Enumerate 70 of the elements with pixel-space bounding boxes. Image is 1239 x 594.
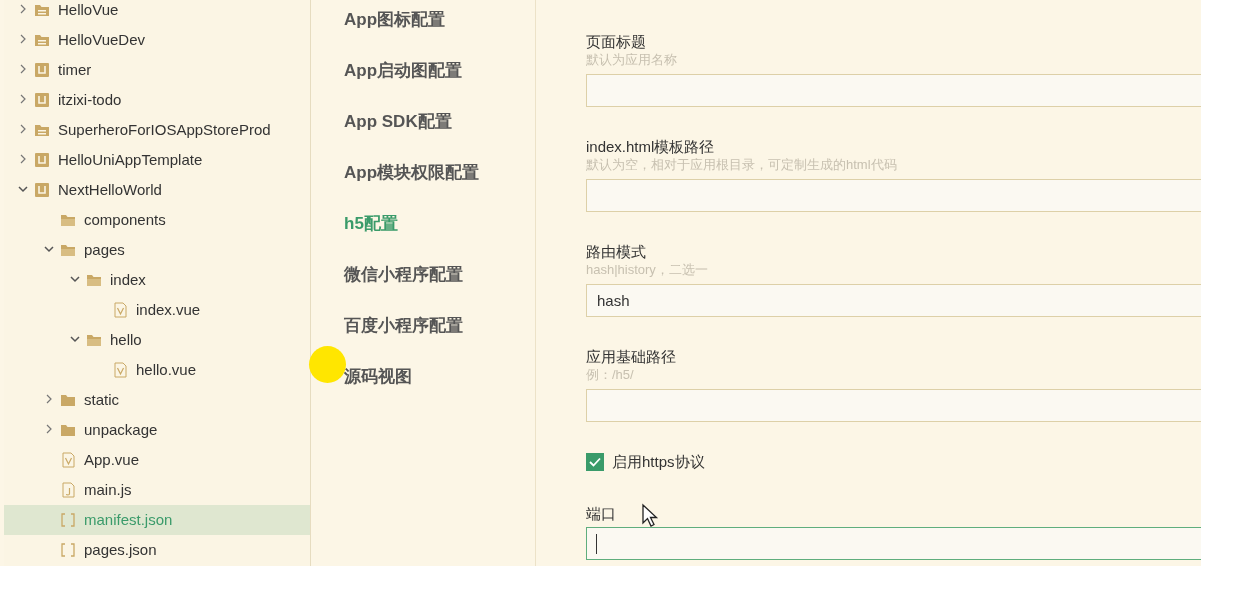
tree-item[interactable]: index.vue [4, 295, 310, 325]
input-field[interactable] [586, 74, 1201, 107]
tree-item[interactable]: HelloVueDev [4, 25, 310, 55]
input-field[interactable]: hash [586, 284, 1201, 317]
input-field[interactable] [586, 389, 1201, 422]
tree-item[interactable]: components [4, 205, 310, 235]
tree-item[interactable]: hello.vue [4, 355, 310, 385]
tree-item[interactable]: HelloVue [4, 0, 310, 25]
chevron-right-icon[interactable] [18, 154, 28, 164]
folder-icon [86, 272, 102, 288]
folder-icon [34, 122, 50, 138]
folder-icon [60, 392, 76, 408]
chevron-right-icon[interactable] [18, 34, 28, 44]
folder-icon [34, 32, 50, 48]
checkbox-label: 启用https协议 [612, 452, 705, 472]
vue-file-icon [112, 302, 128, 318]
brackets-icon [60, 512, 76, 528]
project-icon [34, 182, 50, 198]
tree-item[interactable]: SuperheroForIOSAppStoreProd [4, 115, 310, 145]
config-nav-item[interactable]: App图标配置 [344, 6, 446, 33]
tree-item[interactable]: NextHelloWorld [4, 175, 310, 205]
folder-icon [86, 332, 102, 348]
field-label: 路由模式 [586, 242, 646, 262]
project-icon [34, 62, 50, 78]
chevron-right-icon[interactable] [18, 124, 28, 134]
config-nav-item[interactable]: App启动图配置 [344, 57, 463, 84]
chevron-down-icon[interactable] [70, 274, 80, 284]
chevron-right-icon[interactable] [18, 94, 28, 104]
cursor-highlight [309, 346, 346, 383]
tree-item[interactable]: static [4, 385, 310, 415]
field-label: 页面标题 [586, 32, 646, 52]
field-label: index.html模板路径 [586, 137, 715, 157]
field-label: 端口 [586, 504, 616, 524]
tree-item[interactable]: main.js [4, 475, 310, 505]
vue-file-icon [112, 362, 128, 378]
tree-item[interactable]: timer [4, 55, 310, 85]
tree-item[interactable]: pages [4, 235, 310, 265]
tree-item[interactable]: itzixi-todo [4, 85, 310, 115]
input-field[interactable] [586, 527, 1201, 560]
config-nav-item[interactable]: App模块权限配置 [344, 159, 480, 186]
text-cursor [596, 534, 597, 554]
chevron-down-icon[interactable] [18, 184, 28, 194]
chevron-right-icon[interactable] [18, 4, 28, 14]
field-label: 应用基础路径 [586, 347, 676, 367]
folder-icon [60, 242, 76, 258]
tree-item[interactable]: App.vue [4, 445, 310, 475]
chevron-down-icon[interactable] [44, 244, 54, 254]
tree-item[interactable]: unpackage [4, 415, 310, 445]
project-icon [34, 152, 50, 168]
check-icon [589, 457, 601, 467]
tree-item[interactable]: hello [4, 325, 310, 355]
config-nav-item[interactable]: 源码视图 [344, 363, 412, 390]
tree-item[interactable]: index [4, 265, 310, 295]
project-icon [34, 92, 50, 108]
config-nav-item[interactable]: App SDK配置 [344, 108, 452, 135]
input-field[interactable] [586, 179, 1201, 212]
tree-item[interactable]: pages.json [4, 535, 310, 565]
vue-file-icon [60, 452, 76, 468]
config-nav-item[interactable]: 百度小程序配置 [344, 312, 463, 339]
chevron-right-icon[interactable] [18, 64, 28, 74]
folder-icon [60, 212, 76, 228]
chevron-right-icon[interactable] [44, 394, 54, 404]
chevron-right-icon[interactable] [44, 424, 54, 434]
folder-icon [60, 422, 76, 438]
js-file-icon [60, 482, 76, 498]
config-nav-item[interactable]: 微信小程序配置 [344, 261, 463, 288]
brackets-icon [60, 542, 76, 558]
chevron-down-icon[interactable] [70, 334, 80, 344]
checkbox[interactable] [586, 453, 604, 471]
tree-item[interactable]: HelloUniAppTemplate [4, 145, 310, 175]
